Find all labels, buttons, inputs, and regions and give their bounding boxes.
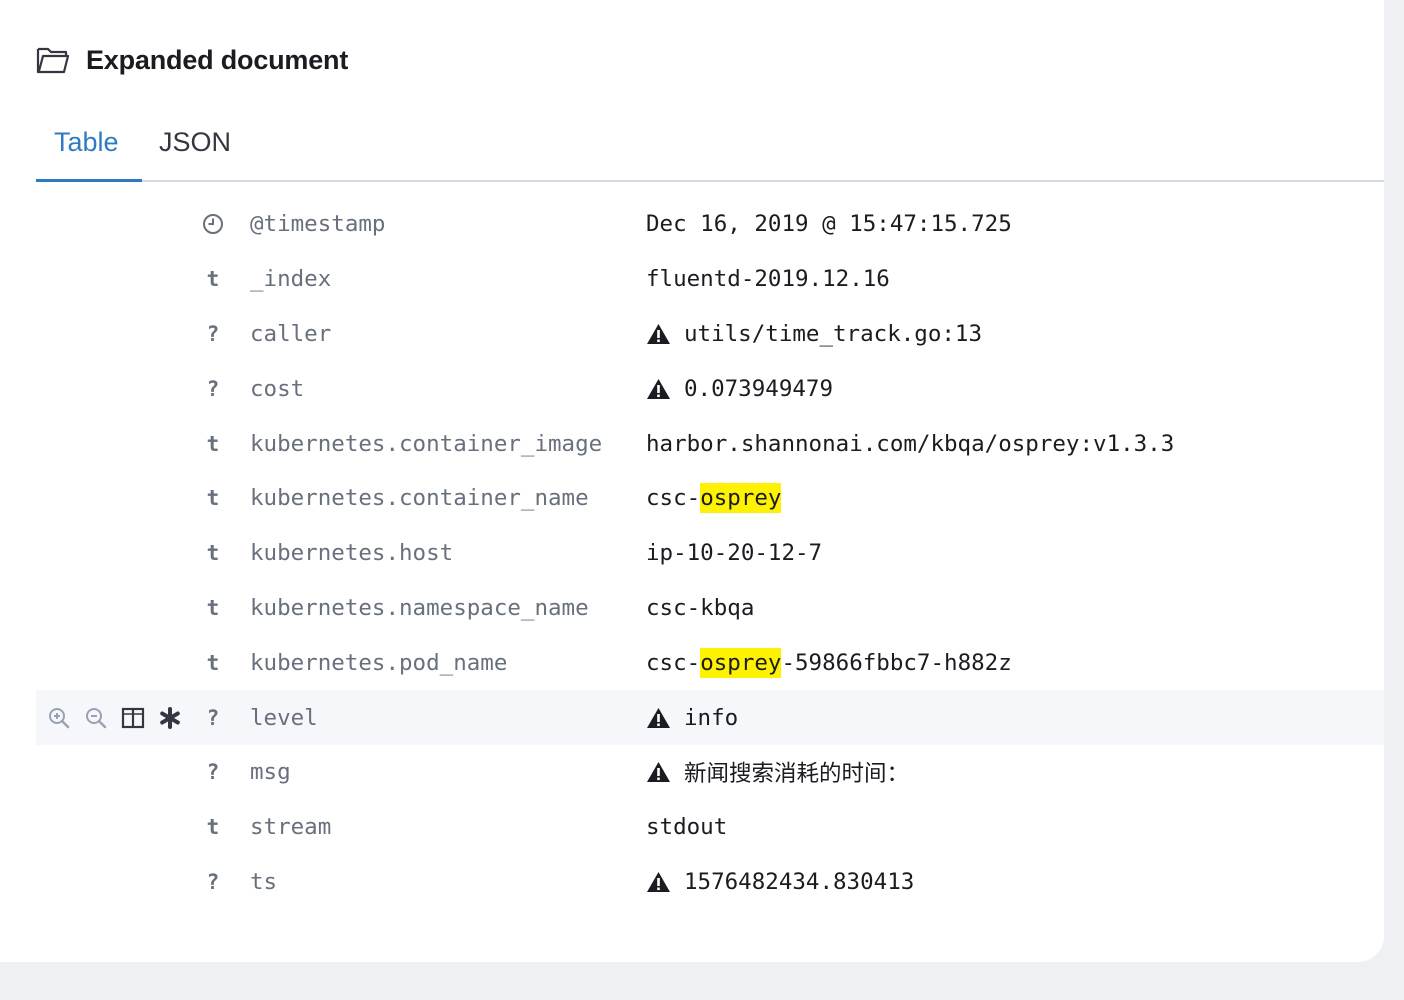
table-row: t kubernetes.host ip-10-20-12-7 bbox=[36, 526, 1384, 581]
filter-out-value-icon[interactable] bbox=[83, 705, 109, 731]
field-name: msg bbox=[250, 759, 291, 786]
field-value: csc-osprey bbox=[646, 471, 782, 526]
field-name: caller bbox=[250, 320, 332, 347]
search-highlight: osprey bbox=[700, 647, 782, 678]
field-value: csc-osprey -59866fbbc7-h882z bbox=[646, 635, 1012, 690]
field-value: Dec 16, 2019 @ 15:47:15.725 bbox=[646, 197, 1012, 252]
document-panel: Expanded document Table JSON @timestamp D… bbox=[0, 0, 1384, 962]
field-name: ts bbox=[250, 868, 278, 895]
field-value: 1576482434.830413 bbox=[646, 855, 914, 910]
table-row: ? ts 1576482434.830413 bbox=[36, 855, 1384, 910]
field-value: csc-kbqa bbox=[646, 581, 754, 636]
table-row: ? level info bbox=[36, 690, 1384, 745]
field-value: fluentd-2019.12.16 bbox=[646, 252, 890, 307]
unknown-type-icon: ? bbox=[206, 869, 220, 894]
field-name: kubernetes.container_image bbox=[250, 430, 603, 457]
field-name: kubernetes.host bbox=[250, 540, 454, 567]
warning-icon bbox=[646, 377, 672, 401]
table-row: t kubernetes.container_image harbor.shanno… bbox=[36, 416, 1384, 471]
warning-icon bbox=[646, 706, 672, 730]
field-name: kubernetes.namespace_name bbox=[250, 594, 589, 621]
field-name: kubernetes.pod_name bbox=[250, 649, 508, 676]
view-tabs: Table JSON bbox=[36, 112, 1384, 182]
string-type-icon: t bbox=[206, 267, 220, 292]
table-row: @timestamp Dec 16, 2019 @ 15:47:15.725 bbox=[36, 197, 1384, 252]
table-row: t kubernetes.pod_name csc-osprey -59866fbbc… bbox=[36, 635, 1384, 690]
value-text: utils/time_track.go:13 bbox=[684, 320, 983, 347]
field-name: stream bbox=[250, 814, 332, 841]
unknown-type-icon: ? bbox=[206, 376, 220, 401]
panel-header: Expanded document bbox=[36, 40, 348, 80]
field-name: kubernetes.container_name bbox=[250, 485, 589, 512]
table-row: t _index fluentd-2019.12.16 bbox=[36, 252, 1384, 307]
table-row: t kubernetes.container_name csc-osprey bbox=[36, 471, 1384, 526]
string-type-icon: t bbox=[206, 650, 220, 675]
field-name: _index bbox=[250, 266, 332, 293]
field-value: info bbox=[646, 690, 738, 745]
folder-open-icon bbox=[36, 45, 70, 75]
field-name: level bbox=[250, 704, 318, 731]
value-text: csc- bbox=[646, 649, 701, 676]
filter-for-value-icon[interactable] bbox=[46, 705, 72, 731]
toggle-column-icon[interactable] bbox=[120, 705, 146, 731]
field-name: @timestamp bbox=[250, 211, 386, 238]
document-table: @timestamp Dec 16, 2019 @ 15:47:15.725 t _i… bbox=[36, 197, 1384, 909]
field-value: 新闻搜索消耗的时间： bbox=[646, 745, 909, 800]
value-text: csc- bbox=[646, 485, 701, 512]
string-type-icon: t bbox=[206, 486, 220, 511]
value-text: csc-kbqa bbox=[646, 594, 755, 621]
warning-icon bbox=[646, 322, 672, 346]
table-row: ? caller utils/time_track.go:13 bbox=[36, 307, 1384, 362]
value-text: info bbox=[684, 704, 739, 731]
field-value: stdout bbox=[646, 800, 727, 855]
filter-exists-icon[interactable] bbox=[157, 705, 183, 731]
field-value: utils/time_track.go:13 bbox=[646, 307, 982, 362]
value-text: stdout bbox=[646, 814, 728, 841]
row-actions bbox=[46, 690, 194, 745]
search-highlight: osprey bbox=[700, 483, 782, 514]
field-name: cost bbox=[250, 375, 305, 402]
field-value: ip-10-20-12-7 bbox=[646, 526, 822, 581]
value-text: -59866fbbc7-h882z bbox=[781, 649, 1012, 676]
value-text: harbor.shannonai.com/kbqa/osprey:v1.3.3 bbox=[646, 430, 1175, 457]
string-type-icon: t bbox=[206, 541, 220, 566]
table-row: t kubernetes.namespace_name csc-kbqa bbox=[36, 581, 1384, 636]
date-type-icon bbox=[200, 197, 226, 252]
string-type-icon: t bbox=[206, 595, 220, 620]
tab-table[interactable]: Table bbox=[36, 126, 142, 182]
unknown-type-icon: ? bbox=[206, 705, 220, 730]
value-text: ip-10-20-12-7 bbox=[646, 540, 823, 567]
warning-icon bbox=[646, 760, 672, 784]
string-type-icon: t bbox=[206, 431, 220, 456]
string-type-icon: t bbox=[206, 815, 220, 840]
panel-title: Expanded document bbox=[86, 44, 349, 75]
value-text: 0.073949479 bbox=[684, 375, 834, 402]
unknown-type-icon: ? bbox=[206, 321, 220, 346]
unknown-type-icon: ? bbox=[206, 760, 220, 785]
field-value: harbor.shannonai.com/kbqa/osprey:v1.3.3 bbox=[646, 416, 1174, 471]
table-row: ? cost 0.073949479 bbox=[36, 361, 1384, 416]
warning-icon bbox=[646, 870, 672, 894]
value-text: 1576482434.830413 bbox=[684, 868, 915, 895]
value-text: Dec 16, 2019 @ 15:47:15.725 bbox=[646, 211, 1012, 238]
field-value: 0.073949479 bbox=[646, 361, 833, 416]
tab-json[interactable]: JSON bbox=[159, 126, 231, 180]
value-text: 新闻搜索消耗的时间： bbox=[684, 761, 910, 788]
table-row: t stream stdout bbox=[36, 800, 1384, 855]
value-text: fluentd-2019.12.16 bbox=[646, 266, 890, 293]
table-row: ? msg 新闻搜索消耗的时间： bbox=[36, 745, 1384, 800]
